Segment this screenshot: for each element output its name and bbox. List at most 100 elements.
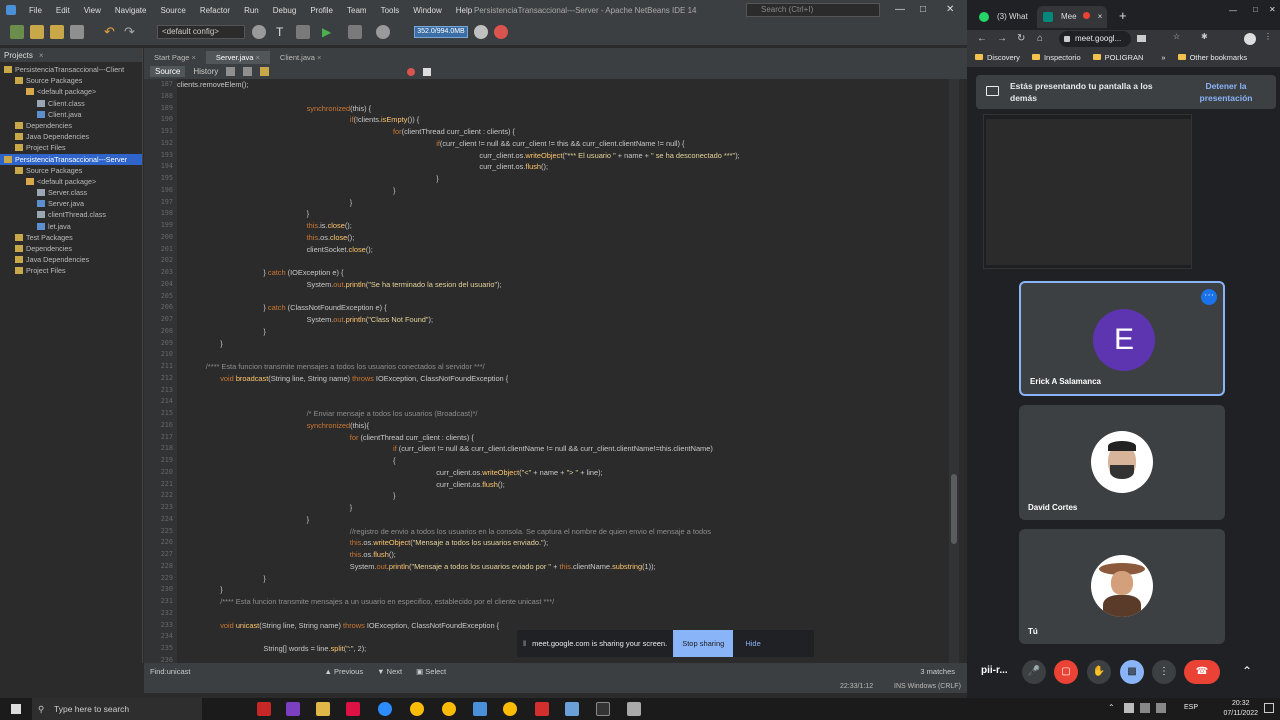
- tree-item[interactable]: Java Dependencies: [0, 254, 142, 265]
- tab-meet[interactable]: Mee ×: [1037, 6, 1107, 28]
- close-icon[interactable]: ✕: [946, 4, 954, 15]
- stop-macro-icon[interactable]: [423, 67, 432, 76]
- menu-debug[interactable]: Debug: [266, 6, 304, 15]
- new-tab-icon[interactable]: +: [1119, 8, 1127, 23]
- tree-item[interactable]: Project Files: [0, 265, 142, 276]
- maximize-icon[interactable]: □: [1253, 5, 1258, 14]
- drag-handle-icon[interactable]: ‖: [523, 639, 526, 648]
- memory-indicator[interactable]: 352.0/994.0MB: [414, 26, 468, 38]
- ide-search-input[interactable]: Search (Ctrl+I): [746, 3, 880, 17]
- menu-source[interactable]: Source: [153, 6, 192, 15]
- chrome-menu-icon[interactable]: ⋮: [1264, 32, 1272, 41]
- close-tab-icon[interactable]: ×: [1098, 12, 1103, 21]
- new-project-icon[interactable]: [10, 25, 24, 39]
- record-macro-icon[interactable]: [407, 67, 416, 76]
- chrome-icon[interactable]: [503, 702, 517, 716]
- leave-call-icon[interactable]: ☎: [1184, 660, 1220, 684]
- history-mode-button[interactable]: History: [193, 67, 218, 76]
- tree-item[interactable]: <default package>: [0, 86, 142, 97]
- raise-hand-icon[interactable]: ✋: [1087, 660, 1111, 684]
- tree-item[interactable]: <default package>: [0, 176, 142, 187]
- cloud-icon[interactable]: [1124, 703, 1134, 713]
- chevron-up-icon[interactable]: ⌃: [1108, 703, 1115, 712]
- bookmark-discovery[interactable]: Discovery: [975, 53, 1020, 62]
- source-mode-button[interactable]: Source: [150, 66, 186, 77]
- run-icon[interactable]: ▶: [322, 25, 336, 39]
- close-icon[interactable]: ×: [315, 53, 321, 62]
- tab-whatsapp[interactable]: (3) What: [973, 6, 1033, 28]
- code-editor[interactable]: clients.removeElem(); synchronized(this) …: [177, 79, 949, 663]
- close-icon[interactable]: ×: [39, 51, 44, 60]
- chevron-up-icon[interactable]: ⌃: [1242, 664, 1252, 678]
- netbeans-icon[interactable]: [473, 702, 487, 716]
- hide-button[interactable]: Hide: [745, 639, 760, 648]
- editor-tab[interactable]: Start Page ×: [144, 51, 206, 64]
- close-icon[interactable]: ×: [189, 53, 196, 62]
- more-bookmarks-icon[interactable]: »: [1161, 53, 1165, 62]
- tree-item[interactable]: Source Packages: [0, 165, 142, 176]
- taskbar-search-input[interactable]: ⚲ Type here to search: [32, 698, 202, 720]
- microphone-icon[interactable]: 🎤: [1022, 660, 1046, 684]
- terminal-icon[interactable]: [596, 702, 610, 716]
- tree-item[interactable]: Java Dependencies: [0, 131, 142, 142]
- chrome-icon[interactable]: [442, 702, 456, 716]
- tree-item[interactable]: Dependencies: [0, 120, 142, 131]
- find-icon[interactable]: [243, 67, 253, 76]
- menu-file[interactable]: File: [22, 6, 49, 15]
- stop-icon[interactable]: [494, 25, 508, 39]
- more-options-icon[interactable]: ⋯: [1201, 289, 1217, 305]
- other-bookmarks[interactable]: Other bookmarks: [1177, 53, 1247, 62]
- bookmark-icon[interactable]: [260, 67, 270, 76]
- participant-tile-david[interactable]: David Cortes: [1019, 405, 1225, 520]
- profile-avatar[interactable]: [1244, 33, 1256, 45]
- close-icon[interactable]: ×: [253, 53, 260, 62]
- find-previous-button[interactable]: ▲ Previous: [324, 667, 363, 676]
- tree-item[interactable]: Dependencies: [0, 243, 142, 254]
- app-icon[interactable]: [257, 702, 271, 716]
- tree-item[interactable]: PersistenciaTransaccional---Client: [0, 64, 142, 75]
- tree-item[interactable]: Server.class: [0, 187, 142, 198]
- tree-item[interactable]: Client.class: [0, 98, 142, 109]
- minimize-icon[interactable]: —: [895, 4, 905, 15]
- clock[interactable]: 20:32 07/11/2022: [1223, 699, 1258, 719]
- stop-presenting-button[interactable]: Detener la presentación: [1188, 80, 1264, 104]
- tree-item[interactable]: Source Packages: [0, 75, 142, 86]
- tree-item[interactable]: let.java: [0, 221, 142, 232]
- stop-sharing-button[interactable]: Stop sharing: [673, 630, 734, 657]
- editor-tab[interactable]: Server.java ×: [205, 51, 270, 64]
- reload-icon[interactable]: ↻: [1017, 33, 1025, 44]
- minimize-icon[interactable]: —: [1229, 6, 1237, 15]
- more-options-icon[interactable]: ⋮: [1152, 660, 1176, 684]
- scrollbar-thumb[interactable]: [951, 474, 957, 544]
- undo-icon[interactable]: ↶: [104, 25, 118, 39]
- tree-item[interactable]: Server.java: [0, 198, 142, 209]
- close-icon[interactable]: ✕: [1269, 5, 1276, 14]
- configuration-select[interactable]: <default config>: [157, 25, 245, 39]
- bookmark-star-icon[interactable]: ☆: [1173, 32, 1180, 41]
- clean-build-icon[interactable]: [296, 25, 310, 39]
- camera-off-icon[interactable]: ▢: [1054, 660, 1078, 684]
- present-screen-icon[interactable]: ▩: [1120, 660, 1144, 684]
- onenote-icon[interactable]: [286, 702, 300, 716]
- app-icon[interactable]: [627, 702, 641, 716]
- menu-edit[interactable]: Edit: [49, 6, 77, 15]
- open-project-icon[interactable]: [50, 25, 64, 39]
- network-icon[interactable]: [1140, 703, 1150, 713]
- find-next-button[interactable]: ▼ Next: [377, 667, 402, 676]
- tree-item[interactable]: Project Files: [0, 142, 142, 153]
- extensions-icon[interactable]: ✱: [1201, 32, 1208, 41]
- chrome-icon[interactable]: [410, 702, 424, 716]
- find-select-button[interactable]: ▣ Select: [416, 667, 446, 676]
- tree-item[interactable]: Client.java: [0, 109, 142, 120]
- acrobat-icon[interactable]: [535, 702, 549, 716]
- menu-navigate[interactable]: Navigate: [108, 6, 154, 15]
- app-icon[interactable]: [565, 702, 579, 716]
- redo-icon[interactable]: ↷: [124, 25, 138, 39]
- tree-item[interactable]: Test Packages: [0, 232, 142, 243]
- save-all-icon[interactable]: [70, 25, 84, 39]
- menu-view[interactable]: View: [77, 6, 108, 15]
- bookmark-inspectorio[interactable]: Inspectorio: [1031, 53, 1081, 62]
- url-input[interactable]: meet.googl...: [1059, 31, 1131, 47]
- format-icon[interactable]: [226, 67, 236, 76]
- maximize-icon[interactable]: □: [920, 4, 926, 15]
